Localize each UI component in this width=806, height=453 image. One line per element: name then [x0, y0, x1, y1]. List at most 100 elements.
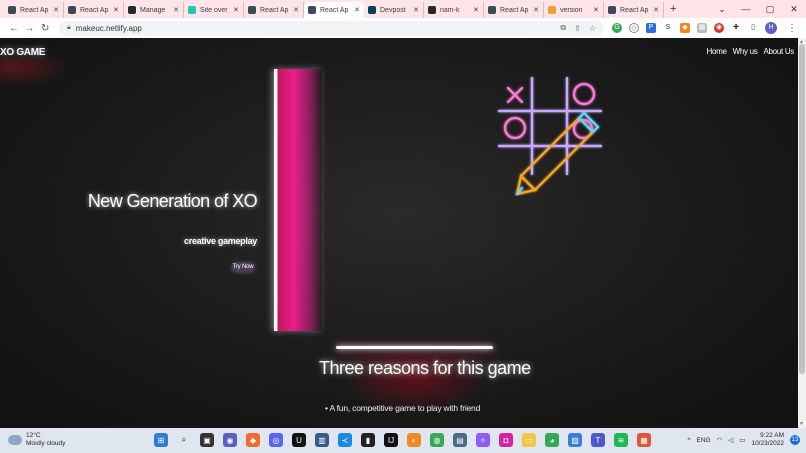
wifi-icon[interactable]: ◠ [717, 436, 723, 444]
battery-icon[interactable]: ▭ [739, 436, 745, 444]
browser-tab[interactable]: Site over ✕ [184, 2, 244, 18]
photos-icon[interactable]: ▧ [568, 433, 582, 447]
ublock-extension-icon[interactable]: ◉ [714, 23, 724, 33]
url-text: makeuc.netlify.app [75, 23, 142, 33]
browser-tab[interactable]: React Ap ✕ [484, 2, 544, 18]
brave-icon[interactable]: ◆ [246, 433, 260, 447]
weather-widget[interactable]: 12°C Mostly cloudy [8, 432, 65, 448]
tab-close-icon[interactable]: ✕ [233, 6, 239, 14]
teams-icon[interactable]: T [591, 433, 605, 447]
try-now-button[interactable]: Try Now [232, 263, 254, 272]
browser-menu-icon[interactable]: ⋮ [784, 23, 800, 34]
file-explorer-icon[interactable]: ▭ [522, 433, 536, 447]
tab-favicon-icon [248, 6, 256, 14]
tab-close-icon[interactable]: ✕ [293, 6, 299, 14]
hero-subtitle: creative gameplay [184, 236, 257, 246]
chrome-icon[interactable]: ◕ [545, 433, 559, 447]
tab-favicon-icon [68, 6, 76, 14]
grammarly-extension-icon[interactable]: G [612, 23, 622, 33]
browser-tab[interactable]: React Ap ✕ [304, 2, 364, 18]
lock-icon[interactable]: 🔒︎ [67, 24, 71, 32]
messenger-icon[interactable]: ✧ [476, 433, 490, 447]
discord-icon[interactable]: ◎ [269, 433, 283, 447]
browser-tab[interactable]: Devpost ✕ [364, 2, 424, 18]
tab-search-icon[interactable]: ⌄ [710, 4, 734, 15]
tab-close-icon[interactable]: ✕ [533, 6, 539, 14]
minimize-button[interactable]: — [734, 4, 758, 14]
bookmark-star-icon[interactable]: ☆ [589, 24, 596, 33]
device-icon[interactable]: ▤ [453, 433, 467, 447]
s-extension-icon[interactable]: S [663, 23, 673, 33]
tab-label: React Ap [80, 6, 109, 14]
tab-close-icon[interactable]: ✕ [113, 6, 119, 14]
git-client-icon[interactable]: ◍ [430, 433, 444, 447]
extensions-puzzle-icon[interactable]: ✚ [731, 23, 741, 33]
language-indicator[interactable]: ENG [697, 437, 711, 444]
browser-tab[interactable]: React Ap ✕ [244, 2, 304, 18]
tab-favicon-icon [8, 6, 16, 14]
instagram-icon[interactable]: ◘ [499, 433, 513, 447]
tab-close-icon[interactable]: ✕ [473, 6, 479, 14]
vscode-icon[interactable]: ≺ [338, 433, 352, 447]
tab-close-icon[interactable]: ✕ [354, 6, 360, 14]
notification-badge[interactable]: 13 [790, 435, 800, 445]
browser-tab[interactable]: version ✕ [544, 2, 604, 18]
store-icon[interactable]: ▦ [637, 433, 651, 447]
site-nav: Home Why us About Us [706, 47, 794, 56]
tab-close-icon[interactable]: ✕ [173, 6, 179, 14]
address-bar[interactable]: 🔒︎ makeuc.netlify.app ⧉ ⇪ ☆ [59, 20, 604, 36]
maximize-button[interactable]: ▢ [758, 4, 782, 15]
browser-tab[interactable]: React Ap ✕ [4, 2, 64, 18]
scroll-down-icon[interactable]: ▼ [799, 421, 804, 427]
clock-time: 9:22 AM [760, 432, 784, 439]
share-icon[interactable]: ⇪ [574, 24, 581, 33]
task-view-icon[interactable]: ▣ [200, 433, 214, 447]
nav-link[interactable]: Home [706, 47, 726, 56]
volume-icon[interactable]: ◁ [728, 436, 733, 444]
forward-icon[interactable]: → [22, 23, 38, 34]
metamask-extension-icon[interactable]: ◆ [680, 23, 690, 33]
profile-avatar[interactable]: H [765, 22, 777, 34]
browser-tab[interactable]: Manage ✕ [124, 2, 184, 18]
close-window-button[interactable]: ✕ [782, 4, 806, 15]
hero-title: New Generation of XO [87, 191, 258, 211]
blender-icon[interactable]: ◐ [407, 433, 421, 447]
jetbrains-icon[interactable]: ▥ [315, 433, 329, 447]
tab-close-icon[interactable]: ✕ [653, 6, 659, 14]
o-mark [503, 116, 527, 140]
intellij-icon[interactable]: IJ [384, 433, 398, 447]
tab-label: Devpost [380, 6, 406, 14]
translate-icon[interactable]: ⧉ [560, 23, 566, 33]
extensions-area: G ◇ P S ◆ ▦ ◉ ✚ ▯ H ⋮ [612, 22, 800, 34]
show-hidden-icons-icon[interactable]: ^ [687, 437, 690, 444]
scrollbar-thumb[interactable] [799, 44, 805, 374]
unreal-icon[interactable]: U [292, 433, 306, 447]
browser-tab[interactable]: React Ap ✕ [64, 2, 124, 18]
gray-extension-icon[interactable]: ▦ [697, 23, 707, 33]
new-tab-button[interactable]: + [670, 3, 676, 15]
clock[interactable]: 9:22 AM 10/23/2022 [751, 432, 784, 448]
brand-glow [0, 58, 70, 88]
windows-start-icon[interactable]: ⊞ [154, 433, 168, 447]
nav-link[interactable]: Why us [733, 47, 758, 56]
terminal-icon[interactable]: ▮ [361, 433, 375, 447]
browser-tab[interactable]: nam-k ✕ [424, 2, 484, 18]
page-scrollbar[interactable]: ▲ ▼ [798, 38, 806, 428]
web-page: XO GAME Home Why us About Us New Generatio… [0, 38, 798, 428]
browser-tab[interactable]: React Ap ✕ [604, 2, 664, 18]
reload-icon[interactable]: ↻ [37, 23, 53, 34]
shield-extension-icon[interactable]: ◇ [629, 23, 639, 33]
side-panel-icon[interactable]: ▯ [748, 23, 758, 33]
tab-label: Manage [140, 6, 166, 14]
nav-link[interactable]: About Us [763, 47, 794, 56]
back-icon[interactable]: ← [6, 23, 22, 34]
search-icon[interactable]: ⌕ [177, 433, 191, 447]
tab-close-icon[interactable]: ✕ [593, 6, 599, 14]
tab-close-icon[interactable]: ✕ [413, 6, 419, 14]
p-extension-icon[interactable]: P [646, 23, 656, 33]
tab-label: React Ap [620, 6, 649, 14]
chat-icon[interactable]: ◉ [223, 433, 237, 447]
site-logo[interactable]: XO GAME [0, 47, 45, 58]
tab-close-icon[interactable]: ✕ [53, 6, 59, 14]
spotify-icon[interactable]: ≋ [614, 433, 628, 447]
